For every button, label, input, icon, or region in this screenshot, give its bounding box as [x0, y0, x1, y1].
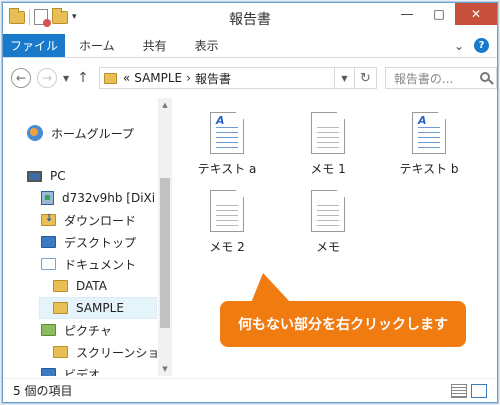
nav-item-documents[interactable]: ドキュメント [41, 253, 136, 275]
nav-item-pictures[interactable]: ピクチャ [41, 319, 112, 341]
address-dropdown-icon[interactable]: ▼ [334, 67, 355, 89]
recent-locations-icon[interactable]: ▼ [63, 74, 69, 83]
callout-pointer [251, 273, 291, 303]
details-view-icon[interactable] [451, 383, 467, 398]
refresh-button[interactable]: ↻ [354, 67, 377, 89]
pictures-folder-icon [41, 324, 56, 336]
scroll-up-icon[interactable]: ▲ [158, 98, 172, 112]
scrollbar-thumb[interactable] [160, 178, 170, 328]
back-button[interactable]: ← [11, 68, 31, 88]
file-label: テキスト b [399, 162, 459, 176]
desktop-folder-icon [41, 236, 56, 248]
forward-button[interactable]: → [37, 68, 57, 88]
rich-text-document-icon [412, 112, 446, 154]
window-controls: ― □ ✕ [391, 3, 497, 25]
status-bar: 5 個の項目 [3, 378, 497, 402]
path-prefix[interactable]: « [123, 71, 130, 85]
text-document-icon [210, 190, 244, 232]
file-item[interactable]: テキスト a [187, 112, 267, 177]
up-button[interactable]: ↑ [77, 70, 89, 86]
ribbon-right: ⌄ ? [454, 34, 497, 57]
text-document-icon [311, 190, 345, 232]
downloads-folder-icon [41, 213, 56, 226]
nav-item-label: DATA [76, 279, 107, 293]
search-placeholder: 報告書の... [393, 71, 454, 86]
nav-item-homegroup[interactable]: ホームグループ [27, 122, 134, 144]
text-document-icon [311, 112, 345, 154]
nav-item-downloads[interactable]: ダウンロード [41, 209, 136, 231]
documents-folder-icon [41, 258, 56, 270]
scroll-down-icon[interactable]: ▼ [158, 362, 172, 376]
instruction-callout: 何もない部分を右クリックします [220, 301, 466, 347]
file-item[interactable]: メモ 2 [187, 190, 267, 255]
network-drive-icon [41, 191, 54, 205]
address-row: ← → ▼ ↑ « SAMPLE › 報告書 ▼ ↻ 報告書の... [3, 63, 497, 93]
maximize-button[interactable]: □ [423, 3, 455, 25]
nav-item-label: ビデオ [64, 367, 101, 377]
file-label: テキスト a [197, 162, 257, 176]
breadcrumb-report[interactable]: 報告書 [195, 70, 231, 87]
item-count: 5 個の項目 [13, 384, 73, 398]
breadcrumb-sample[interactable]: SAMPLE [134, 71, 182, 85]
nav-item-videos[interactable]: ビデオ [41, 363, 100, 376]
nav-item-label: ドキュメント [64, 257, 137, 272]
file-label: メモ 2 [209, 240, 245, 254]
help-icon[interactable]: ? [474, 38, 489, 53]
nav-item-desktop[interactable]: デスクトップ [41, 231, 136, 253]
search-input[interactable]: 報告書の... [384, 67, 497, 89]
file-item[interactable]: テキスト b [389, 112, 469, 177]
tab-share[interactable]: 共有 [129, 34, 181, 57]
navigation-pane: ホームグループ PC d732v9hb [DiXi ダウンロード デスクトップ … [3, 98, 173, 376]
nav-scrollbar[interactable]: ▲ ▼ [158, 98, 172, 376]
homegroup-icon [27, 125, 43, 141]
file-label: メモ [315, 240, 340, 254]
address-bar[interactable]: « SAMPLE › 報告書 [98, 67, 335, 89]
nav-item-label: ホームグループ [51, 126, 134, 141]
folder-icon [53, 280, 68, 292]
rich-text-document-icon [210, 112, 244, 154]
nav-item-label: デスクトップ [64, 235, 137, 250]
nav-item-label: ピクチャ [64, 323, 112, 338]
large-icons-view-icon[interactable] [471, 383, 487, 398]
folder-icon [53, 302, 68, 314]
breadcrumb-separator[interactable]: › [186, 71, 191, 85]
title-bar: ▾ 報告書 ― □ ✕ [3, 3, 497, 33]
nav-item-screenshots[interactable]: スクリーンショット [53, 341, 173, 363]
ribbon-tabs: ファイル ホーム 共有 表示 ⌄ ? [3, 34, 497, 58]
folder-icon [103, 72, 117, 84]
file-item[interactable]: メモ 1 [288, 112, 368, 177]
expand-ribbon-icon[interactable]: ⌄ [454, 39, 464, 53]
view-switcher [451, 383, 497, 398]
nav-item-data[interactable]: DATA [53, 275, 107, 297]
videos-folder-icon [41, 368, 56, 376]
nav-item-label: PC [50, 169, 66, 183]
explorer-window: ▾ 報告書 ― □ ✕ ファイル ホーム 共有 表示 ⌄ ? ← → ▼ ↑ «… [2, 2, 498, 403]
nav-item-pc[interactable]: PC [27, 165, 66, 187]
nav-item-label: SAMPLE [76, 301, 124, 315]
tab-home[interactable]: ホーム [65, 34, 129, 57]
tab-view[interactable]: 表示 [181, 34, 233, 57]
folder-icon [53, 346, 68, 358]
nav-item-sample[interactable]: SAMPLE [39, 297, 157, 319]
file-label: メモ 1 [310, 162, 346, 176]
minimize-button[interactable]: ― [391, 3, 423, 25]
nav-item-label: ダウンロード [64, 213, 137, 228]
pc-icon [27, 170, 42, 182]
search-icon [479, 72, 490, 82]
close-button[interactable]: ✕ [455, 3, 497, 25]
file-item[interactable]: メモ [288, 190, 368, 255]
tab-file[interactable]: ファイル [3, 34, 65, 57]
nav-item-label: d732v9hb [DiXi [62, 191, 156, 205]
nav-item-network-drive[interactable]: d732v9hb [DiXi [41, 187, 155, 209]
